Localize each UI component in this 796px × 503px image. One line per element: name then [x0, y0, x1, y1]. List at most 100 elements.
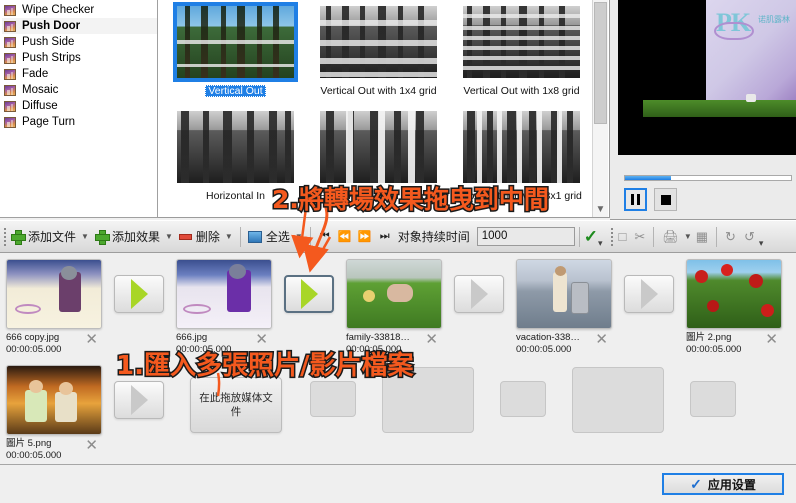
- timeline-clip[interactable]: 圖片 5.png 00:00:05.000 ✕: [6, 365, 102, 462]
- toolbar-overflow-icon[interactable]: ▾: [598, 238, 603, 249]
- print-icon[interactable]: 🖨: [658, 229, 683, 245]
- transition-category-list[interactable]: Wipe Checker Push Door Push Side Push St…: [0, 0, 158, 218]
- close-x-icon[interactable]: ✕: [425, 332, 438, 347]
- sidebar-item-label: Fade: [22, 68, 49, 80]
- sidebar-item-push-strips[interactable]: Push Strips: [2, 50, 157, 66]
- empty-transition-slot[interactable]: [500, 381, 546, 417]
- sidebar-item-label: Page Turn: [22, 116, 76, 128]
- clip-thumbnail: [346, 259, 442, 329]
- sidebar-item-label: Push Door: [22, 20, 81, 32]
- sidebar-item-mosaic[interactable]: Mosaic: [2, 82, 157, 98]
- transition-item-horizontal-in-4x1[interactable]: Horizontal In with 4x1 grid: [307, 111, 450, 216]
- timeline-clip[interactable]: family-33818… 00:00:05.000 ✕: [346, 259, 442, 356]
- chevron-down-icon[interactable]: ▼: [165, 232, 173, 241]
- crop-icon[interactable]: □: [615, 229, 631, 244]
- transition-thumb-icon: [4, 4, 16, 16]
- close-x-icon[interactable]: ✕: [595, 332, 608, 347]
- empty-clip-slot[interactable]: [572, 367, 664, 433]
- sidebar-item-fade[interactable]: Fade: [2, 66, 157, 82]
- sidebar-item-diffuse[interactable]: Diffuse: [2, 98, 157, 114]
- chevron-down-icon[interactable]: ▼: [593, 204, 608, 215]
- timeline-clip[interactable]: 666.jpg 00:00:05.000 ✕: [176, 259, 272, 356]
- clip-thumbnail: [6, 365, 102, 435]
- timeline-row-2: 圖片 5.png 00:00:05.000 ✕ 在此拖放媒体文件: [0, 359, 796, 464]
- preview-progress-bar[interactable]: [624, 175, 792, 181]
- apply-settings-button[interactable]: ✓ 应用设置: [662, 473, 784, 495]
- close-x-icon[interactable]: ✕: [85, 438, 98, 453]
- select-all-button[interactable]: 全选 ▼: [245, 224, 306, 250]
- chevron-down-icon[interactable]: ▼: [684, 232, 692, 241]
- transition-inactive-icon: [470, 279, 488, 309]
- toolbar-divider: [309, 226, 311, 247]
- transition-preview-panel[interactable]: Vertical Out Vertical Out with 1x4 grid …: [158, 0, 610, 218]
- empty-transition-slot[interactable]: [310, 381, 356, 417]
- transition-thumbnail: [320, 6, 437, 78]
- stop-button[interactable]: [654, 188, 677, 211]
- previous-frame-icon[interactable]: ⏪: [335, 226, 355, 248]
- transition-slot[interactable]: [114, 381, 164, 419]
- timeline-clip[interactable]: 666 copy.jpg 00:00:05.000 ✕: [6, 259, 102, 356]
- last-frame-icon[interactable]: ⏭: [375, 226, 395, 248]
- scrollbar-thumb[interactable]: [594, 2, 607, 124]
- bottom-bar: ✓ 应用设置: [0, 465, 796, 503]
- select-all-icon: [247, 230, 262, 243]
- sidebar-item-wipe-checker[interactable]: Wipe Checker: [2, 2, 157, 18]
- transition-item-horizontal-in[interactable]: Horizontal In: [164, 111, 307, 216]
- transition-slot[interactable]: [114, 275, 164, 313]
- chevron-down-icon[interactable]: ▼: [225, 232, 233, 241]
- transition-thumb-icon: [4, 68, 16, 80]
- add-effect-button[interactable]: 添加效果 ▼: [92, 224, 176, 250]
- minus-icon: [178, 233, 192, 240]
- toolbar-divider: [653, 226, 655, 247]
- preview-sub-text: 诺肌露林: [758, 15, 790, 24]
- add-effect-label: 添加效果: [111, 230, 160, 244]
- storyboard-timeline[interactable]: 666 copy.jpg 00:00:05.000 ✕ 666.jpg 00:0…: [0, 253, 796, 465]
- empty-clip-slot[interactable]: [382, 367, 474, 433]
- select-all-label: 全选: [265, 230, 290, 244]
- duration-input[interactable]: 1000: [476, 227, 575, 246]
- transition-item-horizontal-in-8x1[interactable]: Horizontal In with 8x1 grid: [450, 111, 593, 216]
- glasses-graphic: [714, 22, 754, 40]
- timeline-clip[interactable]: 圖片 2.png 00:00:05.000 ✕: [686, 259, 782, 356]
- transition-slot[interactable]: [624, 275, 674, 313]
- grid-icon[interactable]: ▦: [692, 229, 712, 245]
- transition-slot-selected[interactable]: [284, 275, 334, 313]
- transition-item-vertical-out-1x4[interactable]: Vertical Out with 1x4 grid: [307, 6, 450, 111]
- transition-panel-scrollbar[interactable]: ▼: [592, 0, 608, 217]
- undo-icon[interactable]: ↺: [740, 229, 759, 245]
- toolbar-overflow-icon[interactable]: ▾: [759, 238, 764, 249]
- first-frame-icon[interactable]: ⏮: [315, 226, 335, 248]
- transition-item-vertical-out[interactable]: Vertical Out: [164, 2, 307, 111]
- transition-slot[interactable]: [454, 275, 504, 313]
- sidebar-item-push-side[interactable]: Push Side: [2, 34, 157, 50]
- empty-transition-slot[interactable]: [690, 381, 736, 417]
- add-file-label: 添加文件: [28, 230, 77, 244]
- pause-button[interactable]: [624, 188, 647, 211]
- green-check-icon[interactable]: ✓: [584, 227, 598, 247]
- redo-icon[interactable]: ↻: [721, 229, 740, 245]
- transition-label: Horizontal In with 4x1 grid: [318, 190, 439, 202]
- close-x-icon[interactable]: ✕: [765, 332, 778, 347]
- sidebar-item-page-turn[interactable]: Page Turn: [2, 114, 157, 130]
- preview-video-surface[interactable]: PK 诺肌露林: [618, 0, 796, 155]
- transition-label: Horizontal In: [206, 190, 265, 202]
- close-x-icon[interactable]: ✕: [85, 332, 98, 347]
- add-file-button[interactable]: 添加文件 ▼: [8, 224, 92, 250]
- close-x-icon[interactable]: ✕: [255, 332, 268, 347]
- editor-toolbar: 添加文件 ▼ 添加效果 ▼ 删除 ▼ 全选 ▼ ⏮ ⏪ ⏩ ⏭ 对象持续时间 1…: [0, 220, 796, 253]
- delete-button[interactable]: 删除 ▼: [176, 224, 236, 250]
- transition-thumbnail: [177, 6, 294, 78]
- sidebar-item-push-door[interactable]: Push Door: [2, 18, 157, 34]
- transition-item-vertical-out-1x8[interactable]: Vertical Out with 1x8 grid: [450, 6, 593, 111]
- top-area: Wipe Checker Push Door Push Side Push St…: [0, 0, 796, 220]
- clip-meta: vacation-338… 00:00:05.000 ✕: [516, 332, 612, 356]
- media-dropzone[interactable]: 在此拖放媒体文件: [190, 377, 282, 433]
- timeline-clip[interactable]: vacation-338… 00:00:05.000 ✕: [516, 259, 612, 356]
- chevron-down-icon[interactable]: ▼: [295, 232, 303, 241]
- transition-thumb-icon: [4, 84, 16, 96]
- transition-active-icon: [130, 279, 148, 309]
- scissors-icon[interactable]: ✂: [630, 229, 649, 245]
- next-frame-icon[interactable]: ⏩: [355, 226, 375, 248]
- chevron-down-icon[interactable]: ▼: [81, 232, 89, 241]
- transition-inactive-icon: [640, 279, 658, 309]
